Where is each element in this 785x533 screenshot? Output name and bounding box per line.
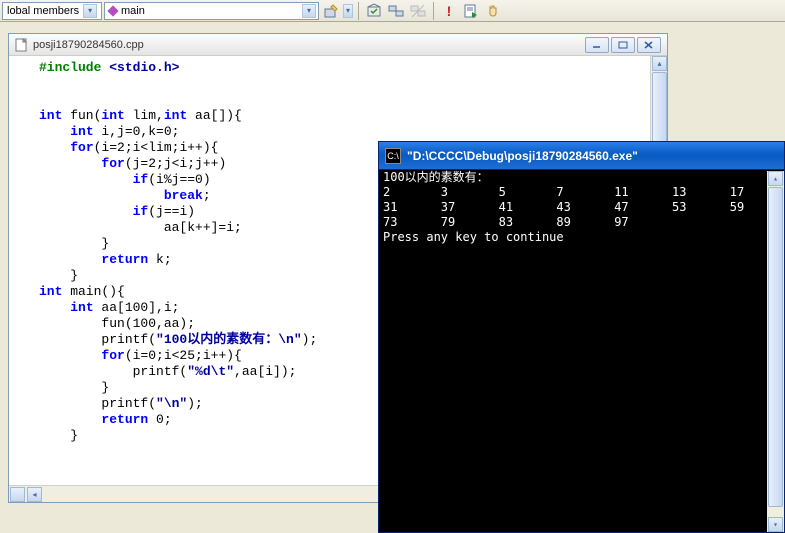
code-line: #include <stdio.h> <box>39 60 667 76</box>
editor-titlebar[interactable]: posji18790284560.cpp <box>9 34 667 56</box>
breakpoint-hand-icon[interactable] <box>483 1 503 21</box>
split-box[interactable] <box>10 487 25 502</box>
stop-build-icon[interactable] <box>408 1 428 21</box>
scroll-left-button[interactable]: ◂ <box>27 487 42 502</box>
scope-combo[interactable]: lobal members ▾ <box>2 2 102 20</box>
close-button[interactable] <box>637 37 661 53</box>
console-title-text: "D:\CCCC\Debug\posji18790284560.exe" <box>407 149 638 163</box>
code-line: int fun(int lim,int aa[]){ <box>39 108 667 124</box>
compile-icon[interactable] <box>364 1 384 21</box>
scope-combo-text: lobal members <box>7 5 79 17</box>
scroll-up-button[interactable]: ▴ <box>652 56 667 71</box>
diamond-icon <box>107 5 118 16</box>
dropdown-arrow-icon[interactable]: ▾ <box>343 4 353 18</box>
go-icon[interactable] <box>461 1 481 21</box>
scroll-up-button[interactable]: ▴ <box>768 171 783 186</box>
console-titlebar[interactable]: C:\ "D:\CCCC\Debug\posji18790284560.exe" <box>378 141 785 170</box>
code-line <box>39 76 667 92</box>
cpp-file-icon <box>15 38 29 52</box>
chevron-down-icon[interactable]: ▾ <box>83 4 97 18</box>
console-icon: C:\ <box>385 148 401 164</box>
scroll-thumb[interactable] <box>768 187 783 507</box>
toolbar: lobal members ▾ main ▾ ▾ ! <box>0 0 785 22</box>
scroll-down-button[interactable]: ▾ <box>768 517 783 532</box>
console-window: C:\ "D:\CCCC\Debug\posji18790284560.exe"… <box>378 142 785 533</box>
function-combo-text: main <box>121 5 145 17</box>
code-line <box>39 92 667 108</box>
function-combo[interactable]: main ▾ <box>104 2 319 20</box>
run-icon[interactable]: ! <box>439 1 459 21</box>
chevron-down-icon[interactable]: ▾ <box>302 4 316 18</box>
build-icon[interactable] <box>386 1 406 21</box>
console-vertical-scrollbar[interactable]: ▴ ▾ <box>767 171 784 532</box>
maximize-button[interactable] <box>611 37 635 53</box>
separator <box>358 2 359 20</box>
editor-filename: posji18790284560.cpp <box>33 39 585 51</box>
minimize-button[interactable] <box>585 37 609 53</box>
console-output: 100以内的素数有： 2 3 5 7 11 13 17 31 37 41 43 … <box>379 170 784 245</box>
separator <box>433 2 434 20</box>
code-line: int i,j=0,k=0; <box>39 124 667 140</box>
wizard-icon[interactable] <box>321 1 341 21</box>
